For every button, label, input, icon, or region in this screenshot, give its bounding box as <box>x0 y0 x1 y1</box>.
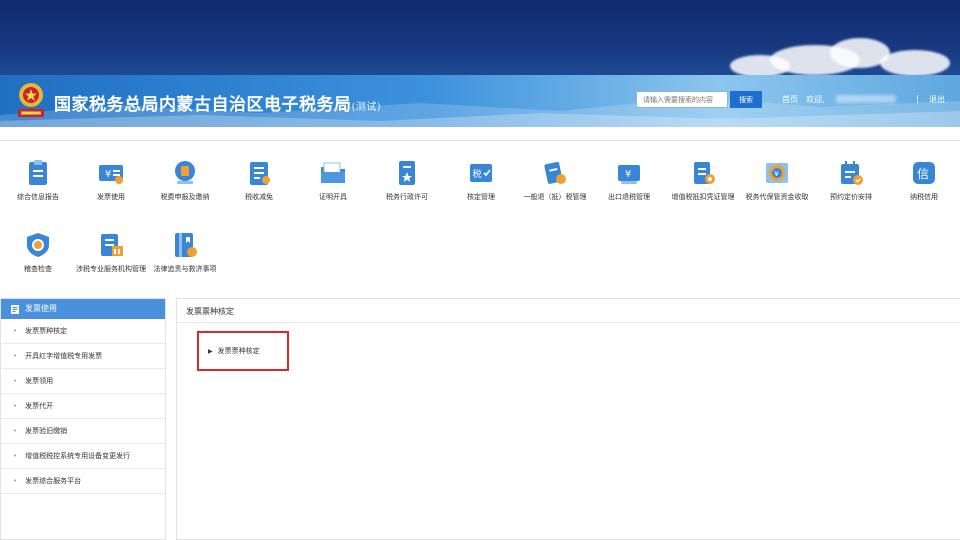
menu-item-law[interactable]: 法律追责与救济事项 <box>149 231 221 291</box>
vat-voucher-icon <box>694 162 715 184</box>
menu-item-label: 纳税信用 <box>910 193 938 201</box>
menu-item-agency[interactable]: 涉税专业服务机构管理 <box>75 231 147 291</box>
function-menu: 综合信息报告 ¥ 发票使用 税费申报及缴纳 税收减免 证明开具 税务行政许可 税… <box>0 140 960 288</box>
sidebar-item-label: 发票领用 <box>25 377 54 385</box>
sidebar-item-device-change[interactable]: • 增值税税控系统专用设备变更发行 <box>1 444 165 469</box>
custody-fund-icon: ¥ <box>766 163 788 183</box>
home-link[interactable]: 首页 <box>782 94 798 105</box>
menu-item-assessment[interactable]: 税 核定管理 <box>445 159 517 219</box>
test-tag: (测试) <box>351 102 382 113</box>
logout-link[interactable]: 退出 <box>929 94 945 105</box>
assessment-icon: 税 <box>470 164 492 182</box>
tax-declare-icon <box>175 161 195 184</box>
menu-item-invoice[interactable]: ¥ 发票使用 <box>75 159 147 219</box>
menu-item-label: 发票使用 <box>97 193 125 201</box>
license-icon <box>399 161 415 185</box>
menu-item-tax-relief[interactable]: 税收减免 <box>223 159 295 219</box>
sidebar-item-label: 开具红字增值税专用发票 <box>25 352 103 360</box>
certificate-folder-icon <box>321 162 345 183</box>
menu-item-label: 增值税抵扣凭证管理 <box>671 193 735 201</box>
page-title: 发票票种核定 <box>177 299 960 323</box>
invoice-icon: ¥ <box>99 165 123 184</box>
menu-item-export-refund[interactable]: ¥ 出口退税管理 <box>593 159 665 219</box>
sidebar-item-service-platform[interactable]: • 发票综合服务平台 <box>1 469 165 494</box>
menu-item-label: 税收减免 <box>245 193 273 201</box>
menu-item-refund[interactable]: 一般退（抵）税管理 <box>519 159 591 219</box>
tree-node-ticket-type[interactable]: ▶ 发票票种核定 <box>208 346 260 356</box>
menu-item-label: 预约定价安排 <box>830 193 872 201</box>
sidebar-item-label: 增值税税控系统专用设备变更发行 <box>25 452 131 460</box>
document-icon <box>11 304 19 314</box>
menu-item-label: 证明开具 <box>319 193 347 201</box>
svg-text:¥: ¥ <box>774 170 779 178</box>
sidebar-item-invoice-agency[interactable]: • 发票代开 <box>1 394 165 419</box>
svg-text:税: 税 <box>473 168 482 180</box>
menu-item-label: 税务代保管资金收取 <box>745 193 809 201</box>
welcome-text: 欢迎, <box>806 95 825 104</box>
search-button[interactable]: 搜索 <box>730 91 762 108</box>
menu-item-label: 综合信息报告 <box>17 193 59 201</box>
tax-relief-icon <box>250 162 270 185</box>
refund-icon <box>544 161 566 184</box>
site-header: 国家税务总局内蒙古自治区电子税务局(测试) 搜索 首页 欢迎, | 退出 <box>0 75 960 127</box>
expand-arrow-icon[interactable]: ▶ <box>208 348 213 355</box>
menu-item-label: 税务行政许可 <box>386 193 428 201</box>
pricing-calendar-icon <box>841 161 863 185</box>
law-book-icon <box>175 233 197 257</box>
sidebar-header-label: 发票使用 <box>25 304 57 313</box>
menu-item-label: 税费申报及缴纳 <box>160 193 210 201</box>
menu-item-inspection[interactable]: 稽查检查 <box>2 231 74 291</box>
username-redacted <box>836 95 896 103</box>
svg-text:信: 信 <box>917 167 929 181</box>
app-window: 国家税务总局内蒙古自治区电子税务局(测试) 搜索 首页 欢迎, | 退出 综合信… <box>0 0 960 540</box>
sidebar-item-label: 发票代开 <box>25 402 54 410</box>
menu-item-report[interactable]: 综合信息报告 <box>2 159 74 219</box>
menu-item-label: 稽查检查 <box>24 265 52 273</box>
svg-text:¥: ¥ <box>625 169 631 180</box>
report-icon <box>29 160 47 185</box>
tax-bureau-emblem-icon <box>18 83 44 117</box>
sidebar-item-red-invoice[interactable]: • 开具红字增值税专用发票 <box>1 344 165 369</box>
menu-item-label: 一般退（抵）税管理 <box>523 193 587 201</box>
menu-item-license[interactable]: 税务行政许可 <box>371 159 443 219</box>
menu-item-label: 法律追责与救济事项 <box>153 265 217 273</box>
inspection-shield-icon <box>27 233 49 257</box>
agency-icon <box>101 234 123 256</box>
sidebar-item-label: 发票票种核定 <box>25 327 68 335</box>
sidebar-header: 发票使用 <box>1 299 165 319</box>
menu-item-certificate[interactable]: 证明开具 <box>297 159 369 219</box>
nav-separator: | <box>916 94 919 103</box>
sidebar-item-label: 发票验旧缴销 <box>25 427 68 435</box>
menu-item-label: 涉税专业服务机构管理 <box>76 265 146 273</box>
search-input[interactable] <box>636 91 728 108</box>
menu-item-credit[interactable]: 信 纳税信用 <box>888 159 960 219</box>
menu-item-custody-fund[interactable]: ¥ 税务代保管资金收取 <box>741 159 813 219</box>
top-banner <box>0 0 960 75</box>
tree-node-label: 发票票种核定 <box>217 347 260 355</box>
sidebar-item-ticket-type[interactable]: • 发票票种核定 <box>1 319 165 344</box>
menu-item-pricing[interactable]: 预约定价安排 <box>815 159 887 219</box>
menu-item-tax-declare[interactable]: 税费申报及缴纳 <box>149 159 221 219</box>
sidebar-item-invoice-cancel[interactable]: • 发票验旧缴销 <box>1 419 165 444</box>
site-title: 国家税务总局内蒙古自治区电子税务局(测试) <box>54 90 381 115</box>
sidebar-item-invoice-claim[interactable]: • 发票领用 <box>1 369 165 394</box>
left-sidebar: 发票使用 • 发票票种核定 • 开具红字增值税专用发票 • 发票领用 • 发票代开 • 发… <box>0 298 166 540</box>
svg-text:¥: ¥ <box>105 169 111 180</box>
menu-item-label: 出口退税管理 <box>608 193 650 201</box>
menu-item-label: 核定管理 <box>467 193 495 201</box>
site-title-text: 国家税务总局内蒙古自治区电子税务局 <box>54 95 352 115</box>
sidebar-item-label: 发票综合服务平台 <box>25 477 82 485</box>
export-refund-icon: ¥ <box>618 165 640 184</box>
menu-item-vat-voucher[interactable]: 增值税抵扣凭证管理 <box>667 159 739 219</box>
main-content: 发票票种核定 ▶ 发票票种核定 <box>176 298 960 540</box>
credit-icon: 信 <box>913 162 935 184</box>
